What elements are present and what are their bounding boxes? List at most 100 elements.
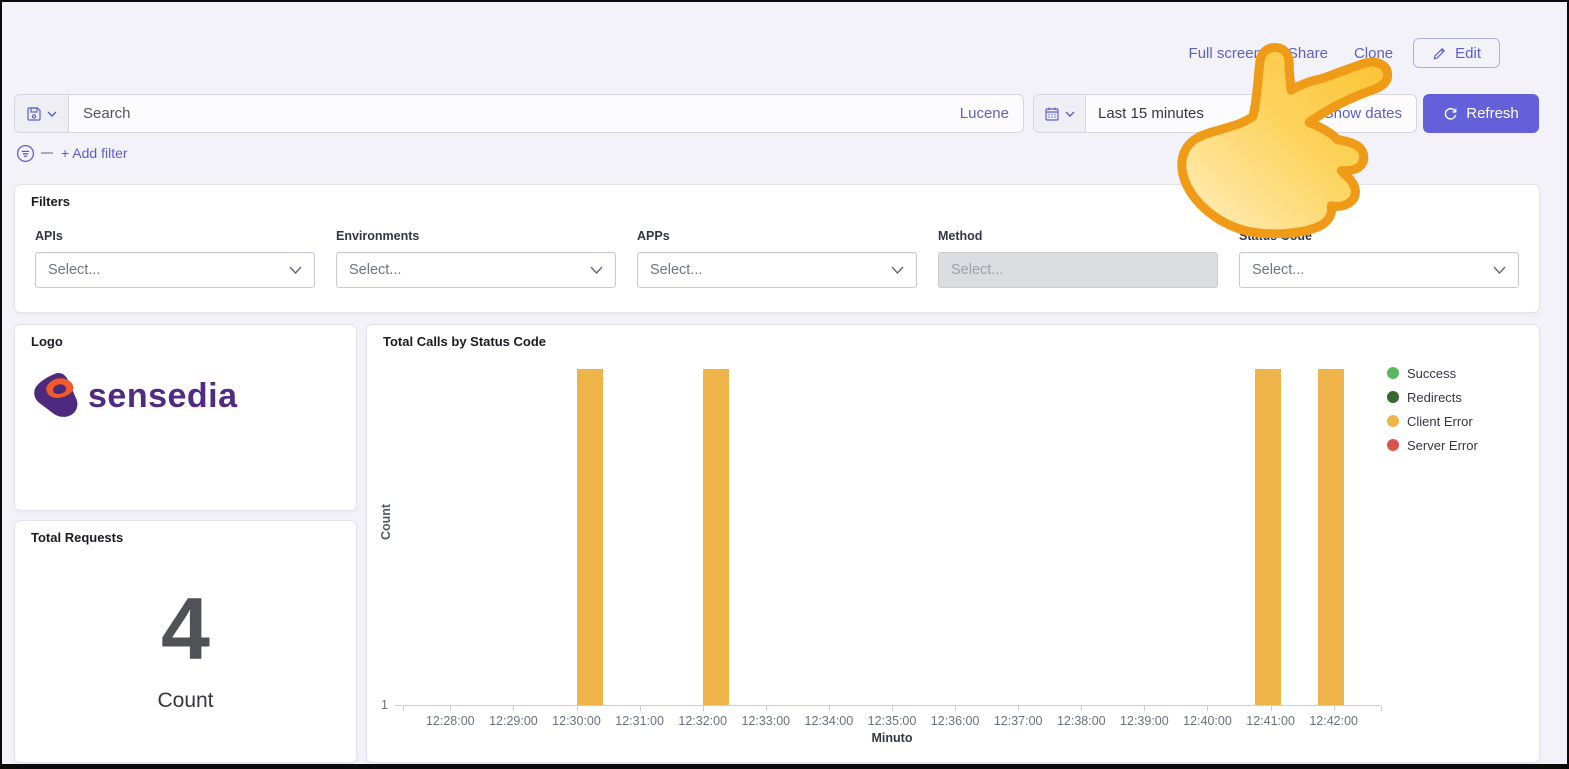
- quick-select-time-button[interactable]: [1034, 95, 1086, 132]
- filters-fields: APIs Select... Environments Select...: [15, 209, 1539, 288]
- full-screen-link[interactable]: Full screen: [1189, 45, 1262, 62]
- bar-client-error-12:32:00[interactable]: [703, 369, 729, 705]
- legend-item-server-error[interactable]: Server Error: [1387, 433, 1478, 457]
- x-tick-mark: [892, 706, 893, 711]
- saved-query-menu-button[interactable]: [15, 95, 69, 132]
- x-tick-mark: [1271, 706, 1272, 711]
- x-tick-label: 12:35:00: [868, 714, 917, 728]
- x-tick-label: 12:40:00: [1183, 714, 1232, 728]
- method-select-placeholder: Select...: [951, 262, 1003, 278]
- chart-title: Total Calls by Status Code: [367, 325, 1539, 349]
- legend-item-redirects[interactable]: Redirects: [1387, 385, 1478, 409]
- pencil-icon: [1432, 46, 1447, 61]
- chevron-down-icon: [590, 266, 603, 274]
- legend-dot: [1387, 367, 1399, 379]
- x-tick-label: 12:38:00: [1057, 714, 1106, 728]
- time-range-value[interactable]: Last 15 minutes: [1086, 105, 1204, 122]
- x-tick-mark: [577, 706, 578, 711]
- filter-field-status-code: Status Code Select...: [1239, 229, 1519, 288]
- total-requests-title: Total Requests: [15, 521, 356, 545]
- x-tick-label: 12:28:00: [426, 714, 475, 728]
- x-tick-mark: [766, 706, 767, 711]
- filter-field-method: Method Select...: [938, 229, 1218, 288]
- search-input[interactable]: [69, 105, 960, 122]
- x-tick-mark: [1081, 706, 1082, 711]
- method-label: Method: [938, 229, 1218, 243]
- environments-select-placeholder: Select...: [349, 262, 401, 278]
- date-picker: Last 15 minutes Show dates: [1033, 94, 1417, 133]
- legend-dot: [1387, 391, 1399, 403]
- apps-label: APPs: [637, 229, 917, 243]
- clone-link[interactable]: Clone: [1354, 45, 1393, 62]
- sensedia-logo-icon: [33, 371, 79, 421]
- x-tick-label: 12:32:00: [678, 714, 727, 728]
- x-tick-label: 12:41:00: [1246, 714, 1295, 728]
- search-field-wrap: Lucene: [69, 95, 1023, 132]
- query-bar: Lucene: [14, 94, 1024, 133]
- x-tick-label: 12:36:00: [931, 714, 980, 728]
- legend-label: Redirects: [1407, 390, 1462, 405]
- legend-label: Success: [1407, 366, 1456, 381]
- edit-button-label: Edit: [1455, 45, 1481, 62]
- filter-field-apis: APIs Select...: [35, 229, 315, 288]
- x-tick-mark: [1144, 706, 1145, 711]
- total-requests-panel: Total Requests 4 Count: [14, 520, 357, 763]
- chart-plot-area: [403, 369, 1381, 706]
- save-icon: [26, 106, 42, 122]
- apis-select[interactable]: Select...: [35, 252, 315, 288]
- apis-label: APIs: [35, 229, 315, 243]
- apps-select-placeholder: Select...: [650, 262, 702, 278]
- x-tick-label: 12:33:00: [741, 714, 790, 728]
- show-dates-link[interactable]: Show dates: [1324, 105, 1416, 122]
- status-code-label: Status Code: [1239, 229, 1519, 243]
- x-tick-mark: [1207, 706, 1208, 711]
- chevron-down-icon: [1493, 266, 1506, 274]
- chevron-down-icon: [47, 111, 57, 117]
- edit-button[interactable]: Edit: [1413, 38, 1500, 68]
- apis-select-placeholder: Select...: [48, 262, 100, 278]
- refresh-icon: [1443, 106, 1458, 121]
- apps-select[interactable]: Select...: [637, 252, 917, 288]
- method-select: Select...: [938, 252, 1218, 288]
- total-requests-value: 4: [15, 583, 356, 675]
- x-tick-mark: [703, 706, 704, 711]
- filters-panel-title: Filters: [15, 185, 1539, 209]
- x-axis-end-tick: [1381, 706, 1382, 711]
- environments-label: Environments: [336, 229, 616, 243]
- filter-set-icon[interactable]: [16, 144, 35, 163]
- query-bar-row: Lucene Last 15 minutes Show dates: [14, 94, 1559, 133]
- filter-field-apps: APPs Select...: [637, 229, 917, 288]
- chevron-down-icon: [891, 266, 904, 274]
- filter-field-environments: Environments Select...: [336, 229, 616, 288]
- legend-label: Server Error: [1407, 438, 1478, 453]
- status-code-select[interactable]: Select...: [1239, 252, 1519, 288]
- x-tick-label: 12:42:00: [1309, 714, 1358, 728]
- y-axis-title: Count: [379, 504, 393, 540]
- bar-client-error-12:30:00[interactable]: [577, 369, 603, 705]
- x-axis-end-tick: [403, 706, 404, 711]
- x-tick-mark: [640, 706, 641, 711]
- status-code-chart-panel: Total Calls by Status Code Count 1 12:28…: [366, 324, 1540, 763]
- x-tick-label: 12:39:00: [1120, 714, 1169, 728]
- sensedia-logo: sensedia: [33, 371, 356, 421]
- legend-dot: [1387, 439, 1399, 451]
- x-tick-label: 12:30:00: [552, 714, 601, 728]
- query-language-toggle[interactable]: Lucene: [960, 105, 1023, 122]
- status-code-select-placeholder: Select...: [1252, 262, 1304, 278]
- filter-bar-divider: [41, 152, 53, 154]
- environments-select[interactable]: Select...: [336, 252, 616, 288]
- refresh-button[interactable]: Refresh: [1423, 94, 1539, 133]
- legend-item-client-error[interactable]: Client Error: [1387, 409, 1478, 433]
- add-filter-link[interactable]: + Add filter: [61, 145, 128, 161]
- bar-client-error-12:41:45[interactable]: [1318, 369, 1344, 705]
- logo-panel: Logo sensedia: [14, 324, 357, 511]
- chevron-down-icon: [289, 266, 302, 274]
- legend-label: Client Error: [1407, 414, 1473, 429]
- legend-item-success[interactable]: Success: [1387, 361, 1478, 385]
- y-axis-tick-label: 1: [381, 698, 388, 712]
- chart-legend: Success Redirects Client Error Server Error: [1387, 361, 1478, 457]
- share-link[interactable]: Share: [1288, 45, 1328, 62]
- x-tick-mark: [450, 706, 451, 711]
- bar-client-error-12:40:45[interactable]: [1255, 369, 1281, 705]
- legend-dot: [1387, 415, 1399, 427]
